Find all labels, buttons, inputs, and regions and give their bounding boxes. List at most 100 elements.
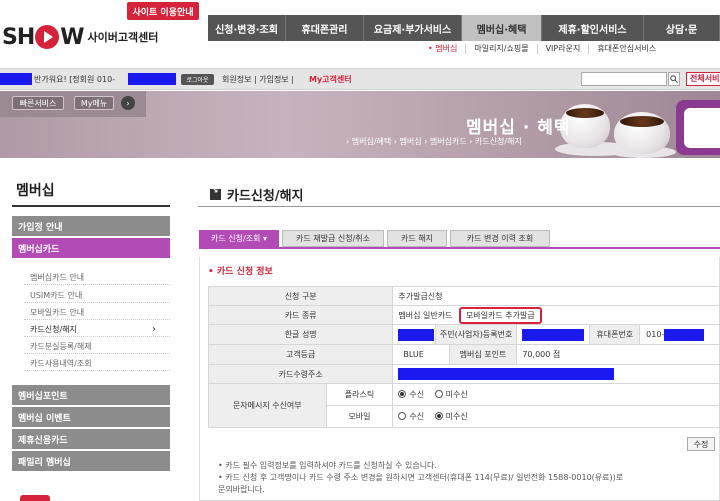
plastic-not-receive-radio[interactable]: 미수신 bbox=[434, 389, 468, 400]
radio-label: 수신 bbox=[409, 411, 425, 421]
tabs-underline bbox=[199, 247, 720, 249]
sub-nav-safe[interactable]: 휴대폰안심서비스 bbox=[589, 44, 664, 54]
notice-list: • 카드 필수 입력정보를 입력하셔야 카드를 신청하실 수 있습니다. • 카… bbox=[218, 460, 718, 496]
search-input[interactable] bbox=[581, 72, 667, 86]
address-value bbox=[392, 364, 720, 384]
radio-unchecked-icon bbox=[434, 390, 443, 399]
tab-reissue[interactable]: 카드 재발급 신청/취소 bbox=[282, 230, 384, 247]
grade-label: 고객등급 bbox=[207, 344, 394, 365]
tab-bar: 카드 신청/조회 ▾ 카드 재발급 신청/취소 카드 해지 카드 변경 이력 조… bbox=[199, 230, 550, 247]
mobile-label: 모바일 bbox=[325, 405, 394, 428]
redacted-rrn bbox=[522, 328, 585, 341]
sidebar-item-credit-card[interactable]: 제휴신용카드 bbox=[12, 429, 170, 449]
table-row: 문자메시지 수신여부 플라스틱 수신 미수신 bbox=[208, 383, 720, 428]
radio-checked-icon bbox=[434, 412, 443, 421]
sidebar-title: 멤버십 bbox=[16, 183, 55, 199]
sub-nav-vip[interactable]: VIP라운지 bbox=[538, 44, 590, 54]
logo[interactable]: SH W 사이버고객센터 bbox=[2, 22, 158, 52]
address-label: 카드수령주소 bbox=[207, 364, 394, 384]
laptop-screen-image bbox=[684, 108, 720, 148]
notice-item: • 카드 필수 입력정보를 입력하셔야 카드를 신청하실 수 있습니다. bbox=[218, 461, 437, 470]
sidebar-item-guide[interactable]: 가입정 안내 bbox=[12, 216, 170, 236]
breadcrumb: › 멤버십/혜택 › 멤버십 › 멤버십카드 › 카드신청/해지 bbox=[346, 137, 522, 146]
tab-cancel[interactable]: 카드 해지 bbox=[387, 230, 447, 247]
header: 사이트 이용안내 SH W 사이버고객센터 신청·변경·조회 휴대폰관리 요금제… bbox=[0, 0, 720, 68]
card-type-value: 멤버십 일반카드 bbox=[398, 310, 453, 320]
name-label: 한글 성명 bbox=[207, 324, 394, 345]
user-bar: 반가워요! [정회원 010- 로그아웃 회원정보 | 가입정보 | My고객센… bbox=[0, 68, 720, 90]
mobile-not-receive-radio[interactable]: 미수신 bbox=[434, 411, 468, 422]
arrow-icon bbox=[210, 186, 221, 200]
plastic-options: 수신 미수신 bbox=[392, 383, 720, 406]
radio-label: 미수신 bbox=[445, 389, 468, 399]
phone-cell: 휴대폰번호 010- bbox=[589, 324, 720, 345]
sidebar-item-family[interactable]: 패밀리 멤버십 bbox=[12, 451, 170, 471]
name-value: 주민(사업자)등록번호 bbox=[392, 324, 518, 345]
redacted-name-field bbox=[398, 328, 435, 341]
sidebar-sub-card-guide[interactable]: 멤버십카드 안내 bbox=[24, 270, 170, 285]
greeting-text: 반가워요! [정회원 010- bbox=[34, 75, 116, 84]
redacted-phone-field bbox=[664, 328, 705, 341]
grade-cell: BLUE 멤버십 포인트 bbox=[392, 344, 518, 365]
coffee-image bbox=[566, 108, 604, 118]
table-row: 고객등급 BLUE 멤버십 포인트 70,000 점 bbox=[207, 344, 720, 365]
table-row: 한글 성명 주민(사업자)등록번호 휴대폰번호 010- bbox=[207, 324, 720, 345]
radio-checked-icon bbox=[398, 390, 407, 399]
search-icon[interactable] bbox=[668, 72, 680, 86]
sidebar-sub-mobile-guide[interactable]: 모바일카드 안내 bbox=[24, 305, 170, 320]
gnb-item-plans[interactable]: 요금제·부가서비스 bbox=[364, 15, 462, 41]
sidebar-sub-card-apply[interactable]: 카드신청/해지 › bbox=[24, 322, 170, 337]
logo-text: SH bbox=[2, 24, 35, 50]
quick-bar: 빠른서비스 My메뉴 › bbox=[0, 91, 146, 117]
logout-button[interactable]: 로그아웃 bbox=[181, 74, 214, 85]
gnb-item-phone[interactable]: 휴대폰관리 bbox=[286, 15, 364, 41]
sidebar-sub-lost[interactable]: 카드분실등록/해제 bbox=[24, 339, 170, 354]
tab-history[interactable]: 카드 변경 이력 조회 bbox=[450, 230, 550, 247]
apply-type-value: 추가발급신청 bbox=[392, 286, 720, 306]
phone-label: 휴대폰번호 bbox=[590, 325, 641, 344]
logo-subtitle: 사이버고객센터 bbox=[87, 31, 159, 44]
gnb-item-partner[interactable]: 제휴·할인서비스 bbox=[542, 15, 644, 41]
points-value: 70,000 점 bbox=[516, 344, 720, 365]
section-title: • 카드 신청 정보 bbox=[208, 267, 273, 277]
sub-nav: • 멤버십 마일리지/쇼핑몰 VIP라운지 휴대폰안심서비스 bbox=[420, 44, 664, 54]
chevron-right-icon: › bbox=[152, 323, 156, 335]
gnb-item-apply[interactable]: 신청·변경·조회 bbox=[208, 15, 286, 41]
page-title-text: 카드신청/해지 bbox=[227, 189, 304, 204]
mobile-receive-radio[interactable]: 수신 bbox=[398, 411, 424, 422]
quick-service-button[interactable]: 빠른서비스 bbox=[12, 96, 64, 110]
radio-unchecked-icon bbox=[398, 412, 407, 421]
all-service-button[interactable]: 전체서비스 bbox=[686, 72, 720, 86]
sidebar-item-membership-card[interactable]: 멤버십카드 bbox=[12, 238, 170, 258]
sidebar-item-points[interactable]: 멤버십포인트 bbox=[12, 385, 170, 405]
play-icon bbox=[35, 25, 60, 49]
apply-type-label: 신청 구분 bbox=[207, 286, 394, 306]
gnb-item-membership[interactable]: 멤버십·혜택 bbox=[462, 15, 542, 41]
edit-button[interactable]: 수정 bbox=[687, 437, 715, 451]
sidebar-sub-usim-guide[interactable]: USIM카드 안내 bbox=[24, 288, 170, 303]
radio-label: 수신 bbox=[409, 389, 425, 399]
notice-item: 문의바랍니다. bbox=[218, 485, 265, 494]
site-guide-button[interactable]: 사이트 이용안내 bbox=[127, 2, 199, 20]
chevron-right-icon[interactable]: › bbox=[121, 96, 135, 110]
title-divider bbox=[198, 206, 720, 207]
sidebar-sub-history[interactable]: 카드사용내역/조회 bbox=[24, 356, 170, 371]
radio-label: 미수신 bbox=[445, 411, 468, 421]
redacted-name bbox=[0, 73, 32, 85]
my-menu-button[interactable]: My메뉴 bbox=[74, 96, 114, 110]
banner-title: 멤버십 · 혜택 bbox=[466, 118, 571, 138]
tab-apply[interactable]: 카드 신청/조회 ▾ bbox=[199, 230, 279, 247]
gnb-item-consult[interactable]: 상담·문 bbox=[644, 15, 720, 41]
sidebar-item-event[interactable]: 멤버십 이벤트 bbox=[12, 407, 170, 427]
sub-nav-membership[interactable]: • 멤버십 bbox=[420, 44, 467, 54]
page-title: 카드신청/해지 bbox=[210, 185, 304, 204]
table-row: 카드수령주소 bbox=[207, 364, 720, 384]
redacted-address bbox=[398, 368, 615, 380]
my-center-link[interactable]: My고객센터 bbox=[309, 74, 352, 85]
user-links[interactable]: 회원정보 | 가입정보 | bbox=[222, 74, 294, 85]
coffee-image-2 bbox=[620, 116, 664, 127]
promo-icon bbox=[20, 495, 50, 501]
plastic-receive-radio[interactable]: 수신 bbox=[398, 389, 424, 400]
sub-nav-mileage[interactable]: 마일리지/쇼핑몰 bbox=[466, 44, 538, 54]
redacted-phone bbox=[128, 73, 176, 85]
